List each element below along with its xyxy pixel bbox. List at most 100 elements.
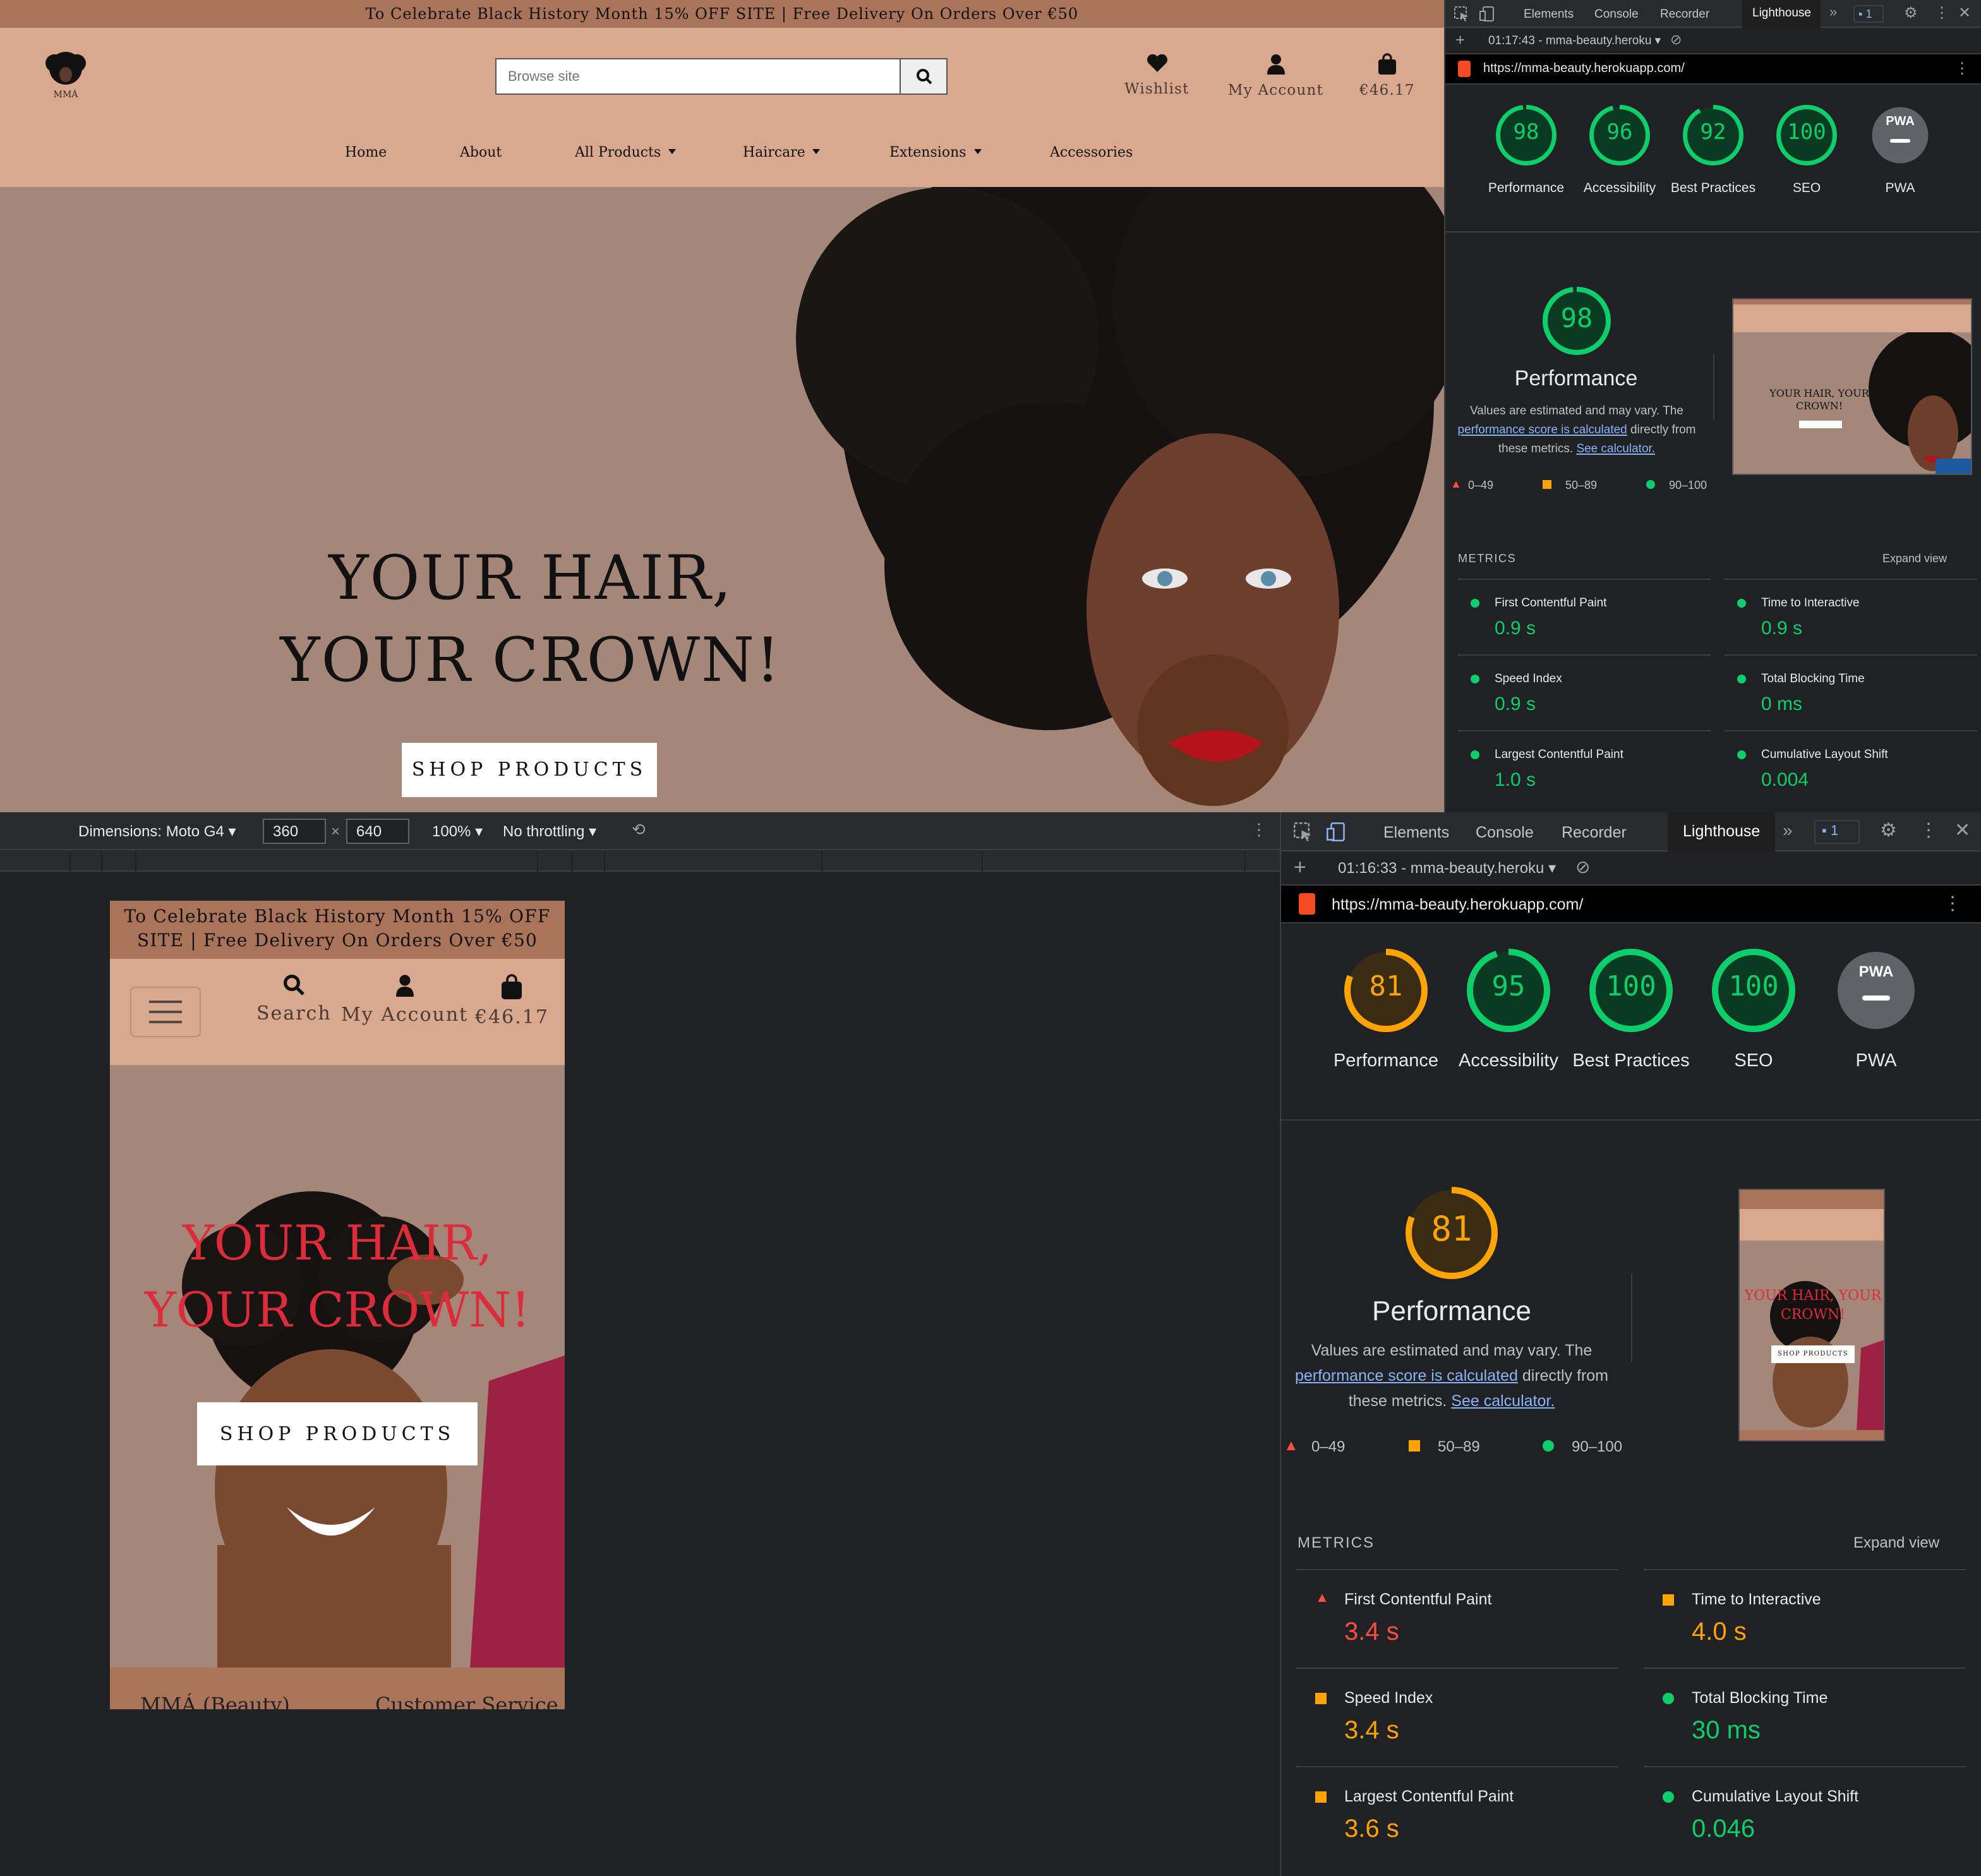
score-value: 100 (1728, 971, 1779, 1003)
new-report-icon[interactable]: + (1294, 855, 1306, 881)
new-report-icon[interactable]: + (1455, 30, 1465, 49)
final-screenshot-thumbnail[interactable]: YOUR HAIR, YOUR CROWN! (1732, 298, 1972, 475)
brand-logo[interactable]: MMÁ (40, 51, 91, 101)
tab-lighthouse[interactable]: Lighthouse (1668, 812, 1776, 851)
score-value: 98 (1513, 120, 1539, 145)
metric-name: Total Blocking Time (1761, 672, 1865, 686)
tab-elements[interactable]: Elements (1383, 824, 1449, 841)
metric-value: 0.046 (1692, 1815, 1755, 1843)
score-gauge-accessibility[interactable]: 95 Accessibility (1459, 947, 1558, 1074)
final-screenshot-thumbnail[interactable]: YOUR HAIR, YOUR CROWN! SHOP PRODUCTS (1738, 1189, 1885, 1441)
thumb-banner (1733, 299, 1971, 304)
kebab-menu-icon[interactable]: ⋮ (1934, 4, 1949, 21)
kebab-menu-icon[interactable]: ⋮ (1954, 59, 1970, 77)
score-gauge-seo[interactable]: 100 SEO (1774, 104, 1840, 198)
see-calculator-link[interactable]: See calculator. (1451, 1392, 1555, 1410)
hero-line-2: YOUR CROWN! (280, 625, 781, 696)
pass-circle-icon (1471, 750, 1480, 760)
tab-recorder[interactable]: Recorder (1660, 8, 1709, 21)
metric-value: 1.0 s (1495, 769, 1536, 791)
audited-url[interactable]: https://mma-beauty.herokuapp.com/ (1332, 896, 1583, 913)
tab-lighthouse[interactable]: Lighthouse (1742, 0, 1821, 28)
height-input[interactable]: 640 (346, 819, 409, 844)
kebab-menu-icon[interactable]: ⋮ (1943, 892, 1962, 915)
metric-value: 0.9 s (1495, 618, 1536, 639)
nav-extensions[interactable]: Extensions (889, 144, 982, 160)
score-calculated-link[interactable]: performance score is calculated (1458, 423, 1627, 437)
score-gauge-best-practices[interactable]: 100 Best Practices (1572, 947, 1690, 1074)
account-label: My Account (341, 1003, 469, 1026)
bag-link[interactable]: €46.17 (475, 974, 549, 1028)
score-gauge-pwa[interactable]: PWA PWA (1867, 104, 1933, 198)
report-selector[interactable]: 01:17:43 - mma-beauty.heroku ▾ (1488, 34, 1661, 48)
device-toggle-icon[interactable] (1479, 6, 1495, 21)
inspect-element-icon[interactable] (1454, 6, 1469, 21)
performance-big-score: 98 (1560, 303, 1593, 334)
rotate-icon[interactable]: ⟲ (632, 820, 646, 840)
nav-home[interactable]: Home (345, 144, 387, 160)
settings-gear-icon[interactable]: ⚙ (1904, 4, 1918, 21)
shop-products-button[interactable]: SHOP PRODUCTS (197, 1402, 478, 1465)
kebab-menu-icon[interactable]: ⋮ (1919, 819, 1938, 841)
score-gauge-pwa[interactable]: PWA PWA (1833, 947, 1919, 1074)
search-link[interactable]: Search (256, 974, 332, 1025)
hamburger-menu-button[interactable] (130, 987, 201, 1037)
throttle-selector[interactable]: No throttling ▾ (503, 822, 596, 840)
issues-badge[interactable]: ▪ 1 (1814, 820, 1860, 844)
desktop-site-viewport: To Celebrate Black History Month 15% OFF… (0, 0, 1444, 812)
nav-accessories[interactable]: Accessories (1050, 144, 1133, 160)
clear-icon[interactable]: ⊘ (1670, 32, 1682, 48)
metric-name: Time to Interactive (1761, 596, 1860, 610)
clear-icon[interactable]: ⊘ (1575, 857, 1590, 878)
score-gauge-seo[interactable]: 100 SEO (1711, 947, 1797, 1074)
account-link[interactable]: My Account (341, 974, 468, 1026)
issues-badge[interactable]: ▪ 1 (1853, 5, 1884, 23)
score-gauge-performance[interactable]: 98 Performance (1488, 104, 1564, 198)
metric-name: Cumulative Layout Shift (1692, 1788, 1859, 1805)
device-toggle-icon[interactable] (1327, 822, 1346, 841)
zoom-selector[interactable]: 100% ▾ (432, 822, 483, 840)
tab-elements[interactable]: Elements (1524, 8, 1574, 21)
nav-all-products[interactable]: All Products (575, 144, 677, 160)
thumb-cta (1799, 421, 1842, 428)
score-gauge-performance[interactable]: 81 Performance (1334, 947, 1438, 1074)
score-value: 92 (1700, 120, 1726, 145)
bag-link[interactable]: €46.17 (1359, 53, 1415, 99)
device-selector[interactable]: Dimensions: Moto G4 ▾ (78, 822, 236, 840)
score-gauge-best-practices[interactable]: 92 Best Practices (1671, 104, 1755, 198)
kebab-menu-icon[interactable]: ⋮ (1251, 820, 1267, 840)
performance-title: Performance (1372, 1295, 1531, 1326)
report-selector[interactable]: 01:16:33 - mma-beauty.heroku ▾ (1338, 859, 1556, 877)
average-square-icon (1409, 1440, 1420, 1452)
search-icon (916, 69, 932, 85)
footer-service-heading: Customer Service (375, 1693, 558, 1709)
nav-about[interactable]: About (460, 144, 502, 160)
score-gauge-accessibility[interactable]: 96 Accessibility (1584, 104, 1656, 198)
close-icon[interactable]: ✕ (1954, 819, 1970, 841)
expand-view-toggle[interactable]: Expand view (1882, 552, 1947, 565)
metric-value: 0 ms (1761, 694, 1803, 715)
wishlist-link[interactable]: Wishlist (1124, 53, 1189, 97)
device-emulation-toolbar: Dimensions: Moto G4 ▾ 360 × 640 100% ▾ N… (0, 812, 1280, 850)
tab-console[interactable]: Console (1594, 8, 1639, 21)
more-tabs-icon[interactable]: » (1829, 5, 1837, 20)
inspect-element-icon[interactable] (1294, 822, 1313, 841)
see-calculator-link[interactable]: See calculator. (1576, 442, 1655, 456)
settings-gear-icon[interactable]: ⚙ (1880, 819, 1897, 841)
account-link[interactable]: My Account (1228, 53, 1323, 99)
nav-haircare[interactable]: Haircare (743, 144, 821, 160)
width-input[interactable]: 360 (263, 819, 326, 844)
shop-products-button[interactable]: SHOP PRODUCTS (402, 743, 657, 797)
expand-view-toggle[interactable]: Expand view (1853, 1534, 1939, 1551)
tab-console[interactable]: Console (1476, 824, 1534, 841)
more-tabs-icon[interactable]: » (1783, 820, 1793, 840)
close-icon[interactable]: ✕ (1958, 4, 1971, 21)
pass-circle-icon (1543, 1440, 1554, 1452)
tab-recorder[interactable]: Recorder (1562, 824, 1627, 841)
caret-down-icon (973, 149, 982, 154)
score-calculated-link[interactable]: performance score is calculated (1295, 1367, 1518, 1385)
audited-url[interactable]: https://mma-beauty.herokuapp.com/ (1483, 62, 1685, 76)
report-selector-label: 01:17:43 - mma-beauty.heroku (1488, 34, 1652, 48)
search-button[interactable] (900, 59, 946, 93)
search-input[interactable] (497, 59, 900, 93)
